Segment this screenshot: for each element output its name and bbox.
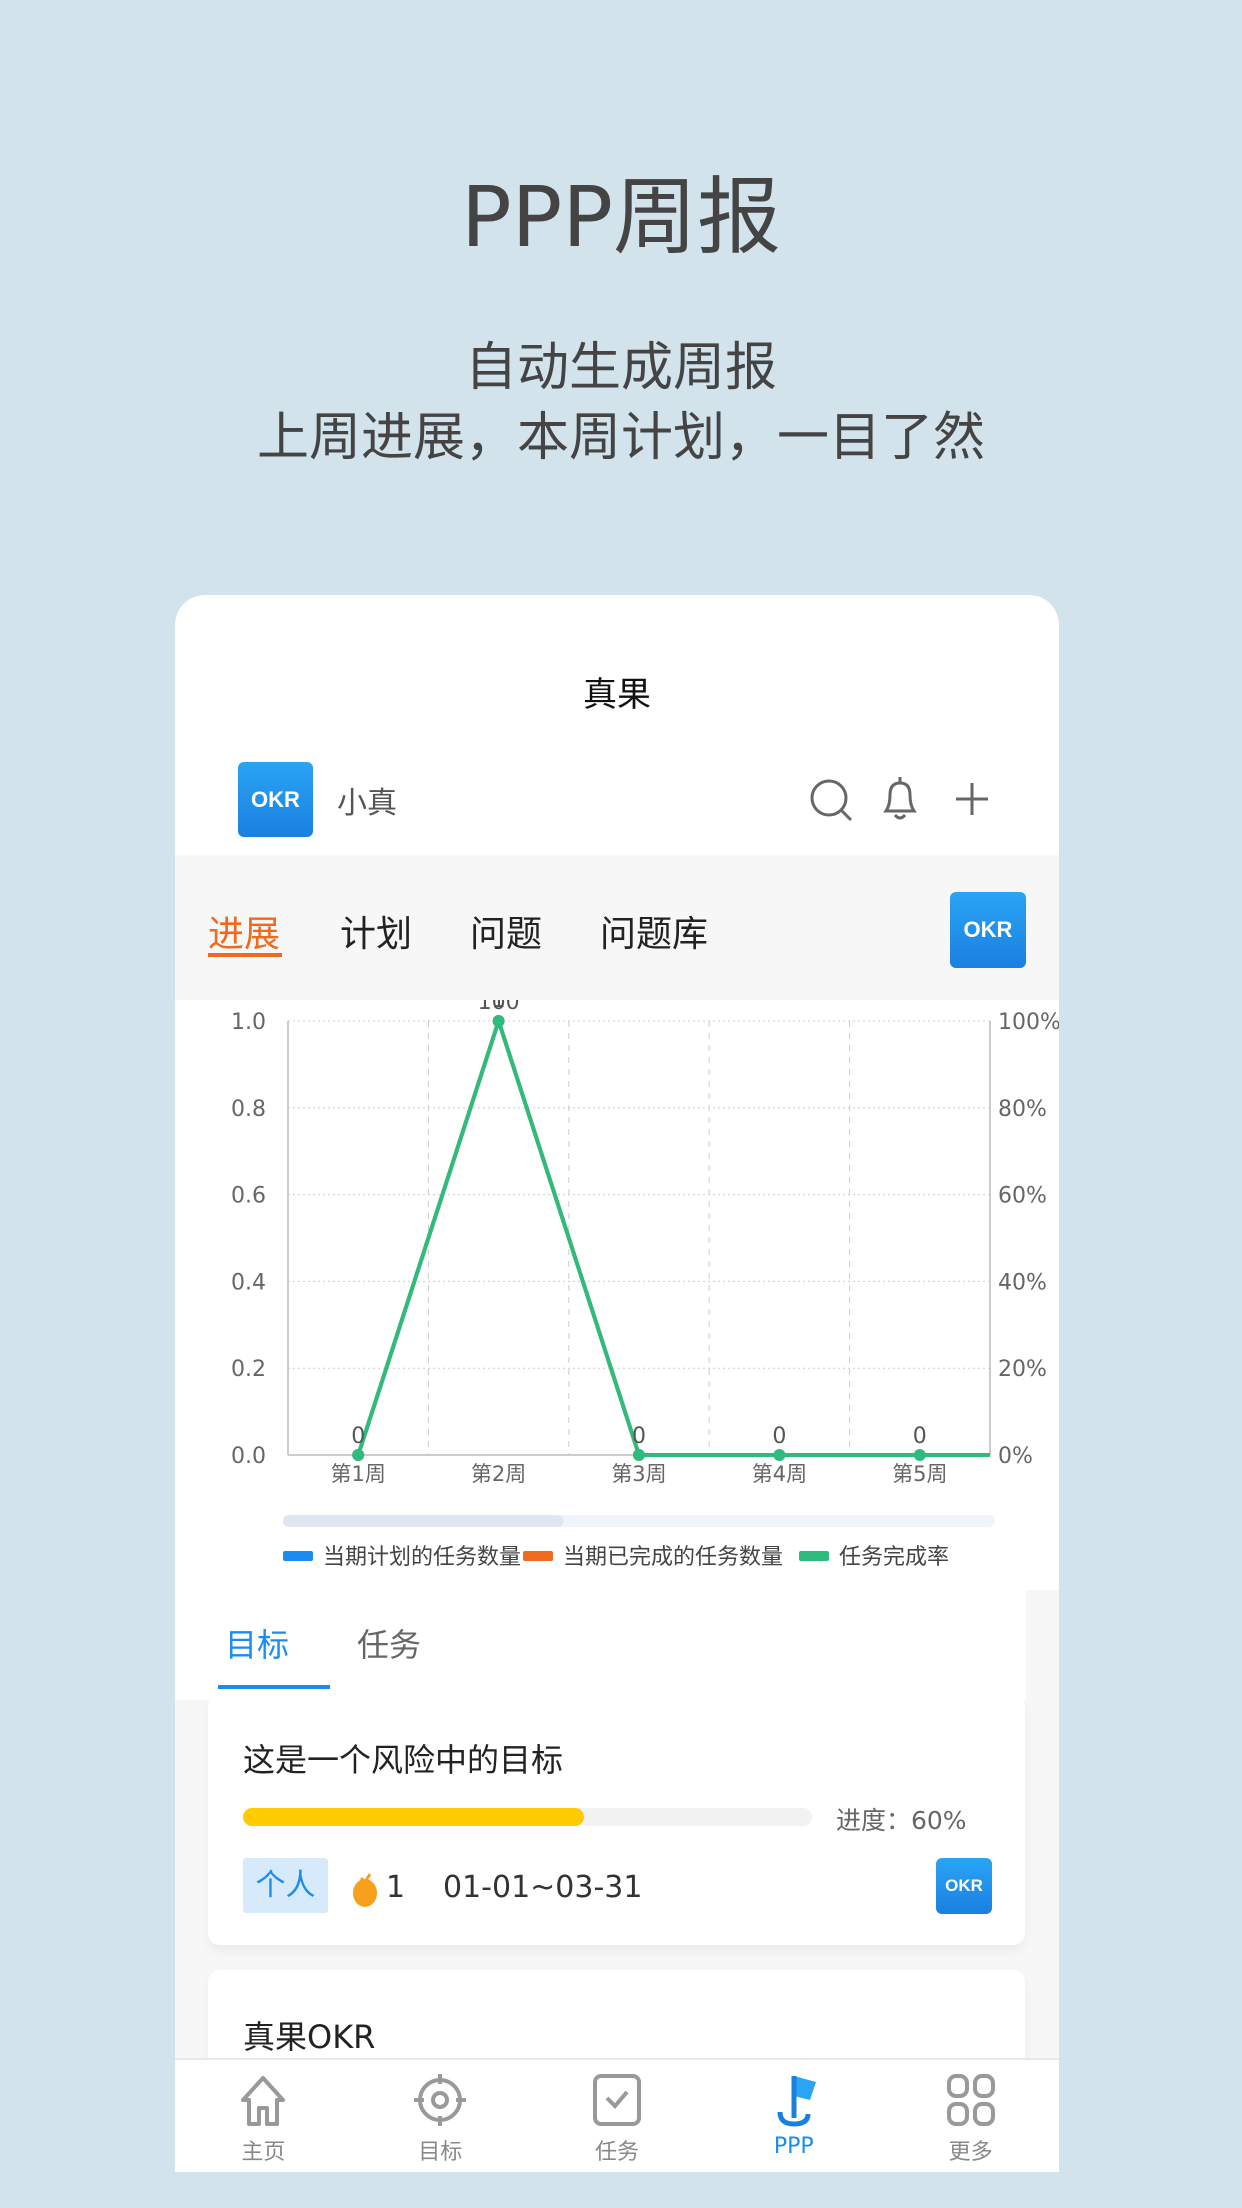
plus-icon[interactable] [952, 779, 992, 819]
tab-underline [208, 953, 282, 957]
x-tick-label: 第2周 [471, 1462, 526, 1486]
progress-fill [243, 1808, 585, 1826]
goal-title: 这是一个风险中的目标 [243, 1741, 564, 1779]
x-tick-label: 第3周 [611, 1462, 666, 1486]
data-point [492, 1015, 505, 1027]
subtab-tasks[interactable]: 任务 [357, 1620, 421, 1666]
task-icon [592, 2074, 641, 2126]
nav-label: 目标 [418, 2140, 463, 2165]
key-result-count: 1 [386, 1870, 406, 1905]
goal-title: 真果OKR [243, 2018, 376, 2056]
goal-okr-logo: OKR [936, 1858, 992, 1914]
right-tick-label: 60% [998, 1184, 1047, 1209]
nav-more[interactable]: 更多 [882, 2060, 1059, 2172]
goal-date-range: 01-01~03-31 [443, 1870, 643, 1905]
left-tick-label: 0.4 [231, 1270, 266, 1295]
left-tick-label: 0.8 [231, 1097, 266, 1122]
left-tick-label: 0.2 [231, 1357, 266, 1382]
tab-bar: 进展 计划 问题 问题库 OKR [175, 855, 1059, 1000]
scope-tag: 个人 [243, 1858, 328, 1913]
chart-svg: 0.0 0% 0.2 20% 0.4 40% 0.6 60% 0.8 80% 1.0 100% 第1周 第… [231, 988, 1059, 1570]
bottom-nav: 主页 目标 任务 PPP 更多 [175, 2058, 1059, 2172]
x-tick-label: 第1周 [331, 1462, 386, 1486]
scrollbar-thumb[interactable] [283, 1515, 564, 1527]
target-icon [414, 2074, 467, 2126]
nav-label: PPP [773, 2134, 814, 2159]
data-point [773, 1449, 786, 1461]
phone-screen: 真果 OKR 小真 进展 计划 问题 问题库 OKR 0.0 0% 0.2 20% 0.… [175, 595, 1059, 2172]
user-name: 小真 [337, 786, 397, 821]
progress-chart: 0.0 0% 0.2 20% 0.4 40% 0.6 60% 0.8 80% 1.0 100% 第1周 第… [208, 988, 1059, 1590]
right-tick-label: 100% [998, 1010, 1059, 1035]
data-label: 0 [632, 1424, 646, 1449]
series-line [356, 1014, 641, 1456]
progress-label: 进度：60% [836, 1806, 967, 1835]
promo-title: PPP周报 [461, 168, 781, 266]
legend-label: 当期计划的任务数量 [323, 1545, 521, 1570]
left-tick-label: 1.0 [231, 1010, 266, 1035]
nav-tasks[interactable]: 任务 [529, 2060, 706, 2172]
grid-icon [946, 2074, 995, 2126]
search-icon[interactable] [808, 777, 854, 823]
bell-icon[interactable] [878, 775, 922, 823]
legend-swatch [799, 1551, 829, 1561]
right-tick-label: 0% [998, 1444, 1033, 1469]
flag-icon [777, 2076, 816, 2127]
progress-bar [243, 1808, 812, 1826]
data-label: 0 [772, 1424, 786, 1449]
user-avatar[interactable]: OKR [238, 762, 313, 837]
tab-plan[interactable]: 计划 [340, 905, 412, 957]
legend-swatch [283, 1551, 313, 1561]
left-tick-label: 0.6 [231, 1184, 266, 1209]
data-label: 1 [492, 1000, 506, 1013]
legend-label: 当期已完成的任务数量 [563, 1545, 783, 1570]
promo-line2: 上周进展，本周计划，一目了然 [256, 408, 985, 468]
nav-label: 更多 [948, 2140, 993, 2165]
series-line [356, 1014, 990, 1457]
app-title: 真果 [583, 675, 651, 715]
data-point [633, 1449, 645, 1461]
x-tick-label: 第4周 [752, 1462, 807, 1486]
right-tick-label: 20% [998, 1357, 1047, 1382]
data-point [352, 1449, 365, 1461]
data-label: 0 [913, 1424, 927, 1449]
x-tick-label: 第5周 [892, 1462, 947, 1486]
goal-card[interactable]: 这是一个风险中的目标 进度：60% 个人 1 01-01~03-31 OKR [208, 1695, 1025, 1945]
nav-goals[interactable]: 目标 [352, 2060, 529, 2172]
right-tick-label: 40% [998, 1270, 1047, 1295]
right-tick-label: 80% [998, 1097, 1047, 1122]
promo-line1: 自动生成周报 [464, 338, 777, 398]
nav-home[interactable]: 主页 [175, 2060, 352, 2172]
tab-issue-library[interactable]: 问题库 [600, 905, 708, 957]
nav-label: 主页 [241, 2140, 286, 2165]
orange-icon [353, 1873, 377, 1907]
legend-swatch [523, 1551, 553, 1561]
home-icon [241, 2076, 286, 2126]
nav-ppp[interactable]: PPP [705, 2060, 882, 2172]
okr-logo[interactable]: OKR [950, 892, 1026, 968]
data-point [913, 1449, 926, 1461]
subtab-underline [218, 1685, 330, 1689]
subtab-goals[interactable]: 目标 [225, 1620, 289, 1666]
tab-progress[interactable]: 进展 [208, 905, 280, 957]
left-tick-label: 0.0 [231, 1444, 266, 1469]
legend-label: 任务完成率 [839, 1545, 949, 1570]
nav-label: 任务 [594, 2140, 639, 2165]
data-label: 0 [351, 1424, 365, 1449]
tab-issues[interactable]: 问题 [470, 905, 542, 957]
